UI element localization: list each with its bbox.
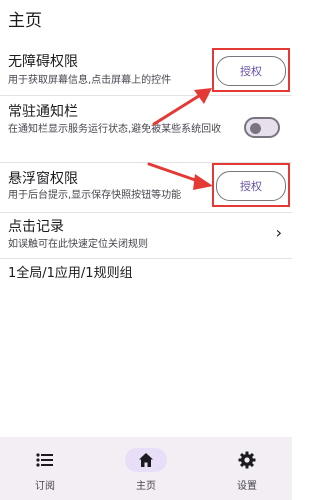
toggle-knob [250, 123, 261, 134]
accessibility-description: 用于获取屏幕信息,点击屏幕上的控件 [8, 75, 172, 86]
gear-icon [226, 448, 268, 472]
accessibility-grant-button[interactable]: 授权 [216, 56, 286, 86]
accessibility-title: 无障碍权限 [8, 54, 78, 70]
notification-title: 常驻通知栏 [8, 104, 78, 120]
page-title: 主页 [8, 11, 42, 31]
click-record-description: 如误触可在此快速定位关闭规则 [8, 239, 148, 250]
notification-toggle[interactable] [244, 117, 280, 138]
rule-summary: 1全局/1应用/1规则组 [8, 266, 133, 281]
annotation-arrow [147, 162, 213, 190]
floating-title: 悬浮窗权限 [8, 171, 78, 187]
click-record-row[interactable]: 点击记录 如误触可在此快速定位关闭规则 › [0, 214, 292, 258]
divider [0, 258, 292, 259]
home-icon [125, 448, 167, 472]
nav-label: 订阅 [35, 481, 55, 492]
annotation-arrow [152, 88, 212, 126]
floating-grant-button[interactable]: 授权 [216, 171, 286, 201]
nav-label: 设置 [237, 481, 257, 492]
chevron-right-icon: › [275, 223, 282, 242]
nav-item-home[interactable]: 主页 [116, 437, 176, 500]
nav-label: 主页 [136, 481, 156, 492]
nav-item-subscription[interactable]: 订阅 [15, 437, 75, 500]
click-record-title: 点击记录 [8, 219, 64, 235]
divider [0, 95, 292, 96]
divider [0, 212, 292, 213]
nav-item-settings[interactable]: 设置 [217, 437, 277, 500]
bottom-navigation: 订阅 主页 设置 [0, 437, 292, 500]
list-icon [24, 448, 66, 472]
